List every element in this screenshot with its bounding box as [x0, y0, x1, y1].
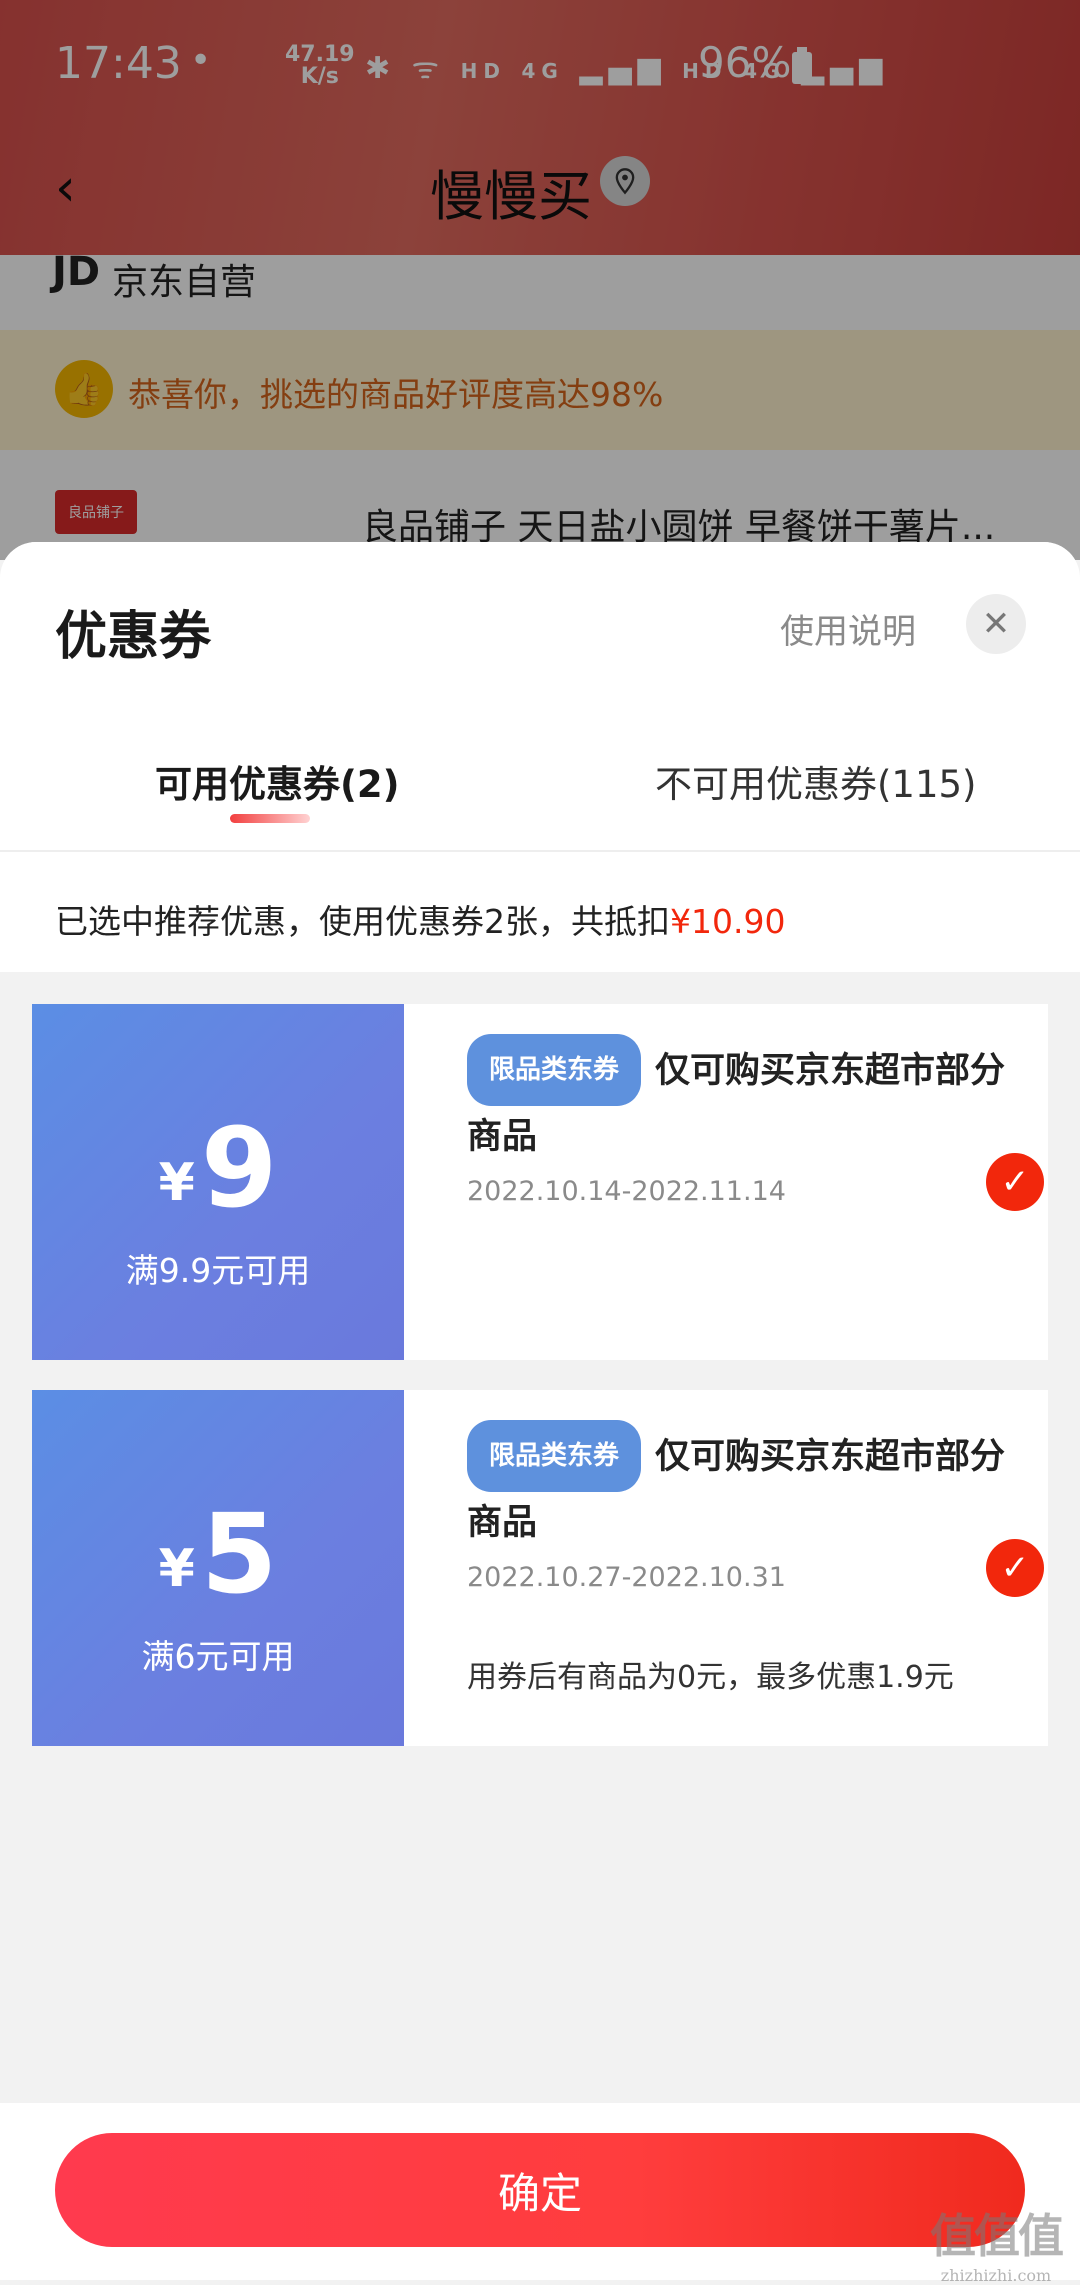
coupon-validity: 2022.10.14-2022.11.14 — [467, 1176, 786, 1207]
currency-symbol: ¥ — [158, 1539, 195, 1599]
coupon-value-panel: ¥9 满9.9元可用 — [25, 1004, 404, 1360]
currency-symbol: ¥ — [158, 1153, 195, 1213]
coupon-type-tag: 限品类东券 — [467, 1420, 642, 1492]
watermark: 值值值 zhizhizhi.com — [930, 2200, 1064, 2285]
coupon-card[interactable]: ¥5 满6元可用 限品类东券 仅可购买京东超市部分商品 2022.10.27-20… — [25, 1390, 1048, 1746]
background-page: 17:43 • 47.19 K/s ✱ ᯤ HD 4G ▂▄▆ HD 4G ▂▄… — [0, 0, 1080, 560]
close-icon[interactable]: ✕ — [966, 594, 1026, 654]
coupon-detail-panel: 限品类东券 仅可购买京东超市部分商品 2022.10.27-2022.10.31 … — [404, 1390, 1048, 1746]
coupon-sheet-header: 优惠券 使用说明 ✕ 可用优惠券(2) 不可用优惠券(115) 已选中推荐优惠，… — [0, 542, 1080, 972]
coupon-note: 用券后有商品为0元，最多优惠1.9元 — [467, 1660, 954, 1695]
coupon-validity: 2022.10.27-2022.10.31 — [467, 1562, 786, 1593]
summary-amount: ¥10.90 — [670, 902, 786, 941]
coupon-amount: 9 — [200, 1104, 278, 1232]
coupon-amount: 5 — [200, 1490, 278, 1618]
modal-overlay[interactable] — [0, 0, 1080, 560]
watermark-logo: 值值值 — [930, 2209, 1064, 2263]
tab-available-coupons[interactable]: 可用优惠券(2) — [155, 754, 400, 808]
coupon-condition: 满6元可用 — [141, 1637, 295, 1676]
divider — [0, 850, 1080, 852]
summary-text: 已选中推荐优惠，使用优惠券2张，共抵扣 — [55, 902, 670, 941]
coupon-price: ¥5 — [32, 1490, 404, 1618]
coupon-price: ¥9 — [32, 1104, 404, 1232]
tab-unavailable-coupons[interactable]: 不可用优惠券(115) — [655, 754, 977, 808]
active-tab-indicator — [230, 814, 310, 823]
coupon-description: 限品类东券 仅可购买京东超市部分商品 — [467, 1420, 1027, 1554]
usage-instructions-link[interactable]: 使用说明 — [780, 604, 916, 653]
discount-summary: 已选中推荐优惠，使用优惠券2张，共抵扣¥10.90 — [55, 895, 785, 943]
footer-bar: 确定 — [0, 2103, 1080, 2280]
coupon-description: 限品类东券 仅可购买京东超市部分商品 — [467, 1034, 1027, 1168]
coupon-type-tag: 限品类东券 — [467, 1034, 642, 1106]
coupon-value-panel: ¥5 满6元可用 — [25, 1390, 404, 1746]
coupon-detail-panel: 限品类东券 仅可购买京东超市部分商品 2022.10.14-2022.11.14 … — [404, 1004, 1048, 1360]
coupon-condition: 满9.9元可用 — [125, 1251, 311, 1290]
check-circle-icon[interactable]: ✓ — [986, 1539, 1044, 1597]
watermark-url: zhizhizhi.com — [940, 2266, 1052, 2285]
sheet-title: 优惠券 — [55, 607, 212, 667]
coupon-sheet: 优惠券 使用说明 ✕ 可用优惠券(2) 不可用优惠券(115) 已选中推荐优惠，… — [0, 542, 1080, 2280]
coupon-card[interactable]: ¥9 满9.9元可用 限品类东券 仅可购买京东超市部分商品 2022.10.14-… — [25, 1004, 1048, 1360]
check-circle-icon[interactable]: ✓ — [986, 1153, 1044, 1211]
confirm-button[interactable]: 确定 — [55, 2133, 1025, 2247]
